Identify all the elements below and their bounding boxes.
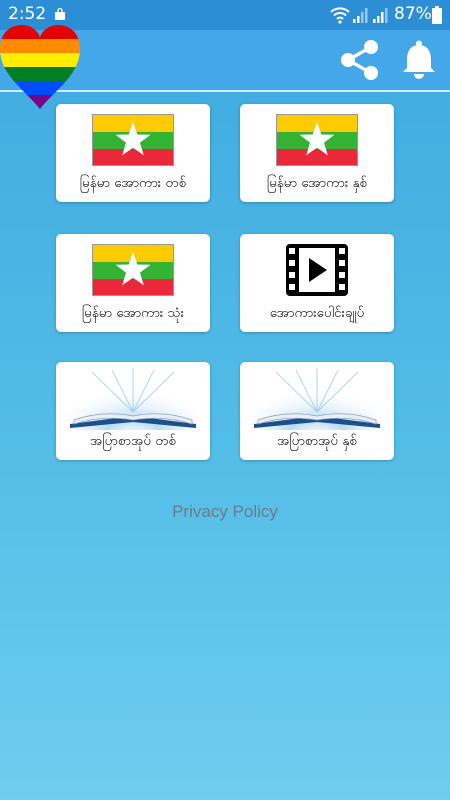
menu-card-4[interactable]: အောကားပေါင်းချုပ် (240, 234, 394, 332)
myanmar-flag-icon (276, 114, 358, 166)
menu-card-3[interactable]: မြန်မာ အောကား သုံး (56, 234, 210, 332)
status-time: 2:52 (8, 4, 47, 24)
menu-card-2[interactable]: မြန်မာ အောကား နှစ် (240, 104, 394, 202)
bell-icon[interactable] (400, 40, 438, 80)
shopping-bag-icon (55, 8, 65, 20)
menu-card-label: မြန်မာ အောကား သုံး (81, 305, 185, 321)
menu-card-label: အပြာစာအုပ် နှစ် (276, 433, 357, 449)
share-icon[interactable] (338, 38, 382, 82)
signal-icon-2 (373, 8, 388, 23)
battery-percentage: 87% (394, 4, 432, 24)
menu-card-1[interactable]: မြန်မာ အောကား တစ် (56, 104, 210, 202)
open-book-icon (247, 368, 387, 430)
signal-icon (353, 8, 368, 23)
menu-card-label: အပြာစာအုပ် တစ် (89, 433, 177, 449)
myanmar-flag-icon (92, 114, 174, 166)
wifi-icon (330, 7, 350, 24)
menu-card-6[interactable]: အပြာစာအုပ် နှစ် (240, 362, 394, 460)
rainbow-heart-logo-icon[interactable] (0, 23, 80, 111)
battery-icon (432, 6, 442, 24)
film-icon (286, 244, 348, 296)
menu-card-label: မြန်မာ အောကား နှစ် (266, 175, 368, 191)
menu-card-label: အောကားပေါင်းချုပ် (269, 305, 365, 321)
privacy-policy-link[interactable]: Privacy Policy (0, 502, 450, 522)
menu-card-label: မြန်မာ အောကား တစ် (79, 175, 187, 191)
myanmar-flag-icon (92, 244, 174, 296)
open-book-icon (63, 368, 203, 430)
menu-card-5[interactable]: အပြာစာအုပ် တစ် (56, 362, 210, 460)
